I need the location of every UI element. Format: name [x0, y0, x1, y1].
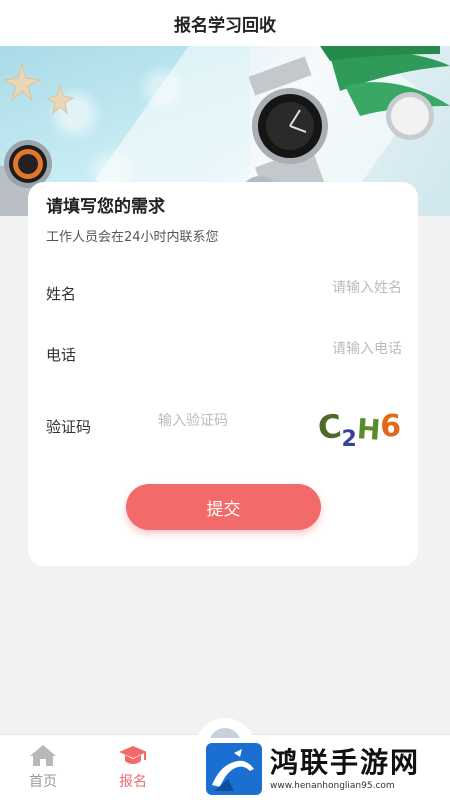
phone-label: 电话	[46, 346, 77, 364]
site-watermark: 鸿联手游网 www.henanhonglian95.com	[200, 738, 450, 800]
watermark-url: www.henanhonglian95.com	[270, 781, 395, 791]
name-label: 姓名	[46, 285, 77, 303]
code-label: 验证码	[46, 418, 92, 436]
graduation-cap-icon	[119, 746, 147, 764]
starfish-icon	[2, 62, 75, 115]
captcha-image[interactable]: C 2 H 6	[316, 400, 404, 452]
watch-right-icon	[386, 92, 434, 140]
tab-home-label: 首页	[29, 774, 57, 790]
watermark-logo-icon	[206, 743, 262, 795]
phone-input[interactable]	[228, 341, 402, 357]
form-title: 请填写您的需求	[46, 197, 165, 217]
form-subtitle: 工作人员会在24小时内联系您	[46, 230, 219, 245]
submit-button[interactable]: 提交	[126, 484, 321, 530]
name-input[interactable]	[228, 280, 402, 296]
watermark-title: 鸿联手游网	[270, 746, 421, 779]
page-header: 报名学习回收	[0, 0, 450, 46]
tab-signup[interactable]: 报名	[103, 743, 163, 791]
page-title: 报名学习回收	[174, 15, 276, 36]
tab-signup-label: 报名	[119, 774, 147, 790]
tab-home[interactable]: 首页	[13, 743, 73, 791]
captcha-input[interactable]	[158, 413, 298, 429]
request-form-card: 请填写您的需求 工作人员会在24小时内联系您 姓名 电话 验证码 C 2 H 6…	[28, 182, 418, 566]
home-icon	[30, 745, 56, 766]
